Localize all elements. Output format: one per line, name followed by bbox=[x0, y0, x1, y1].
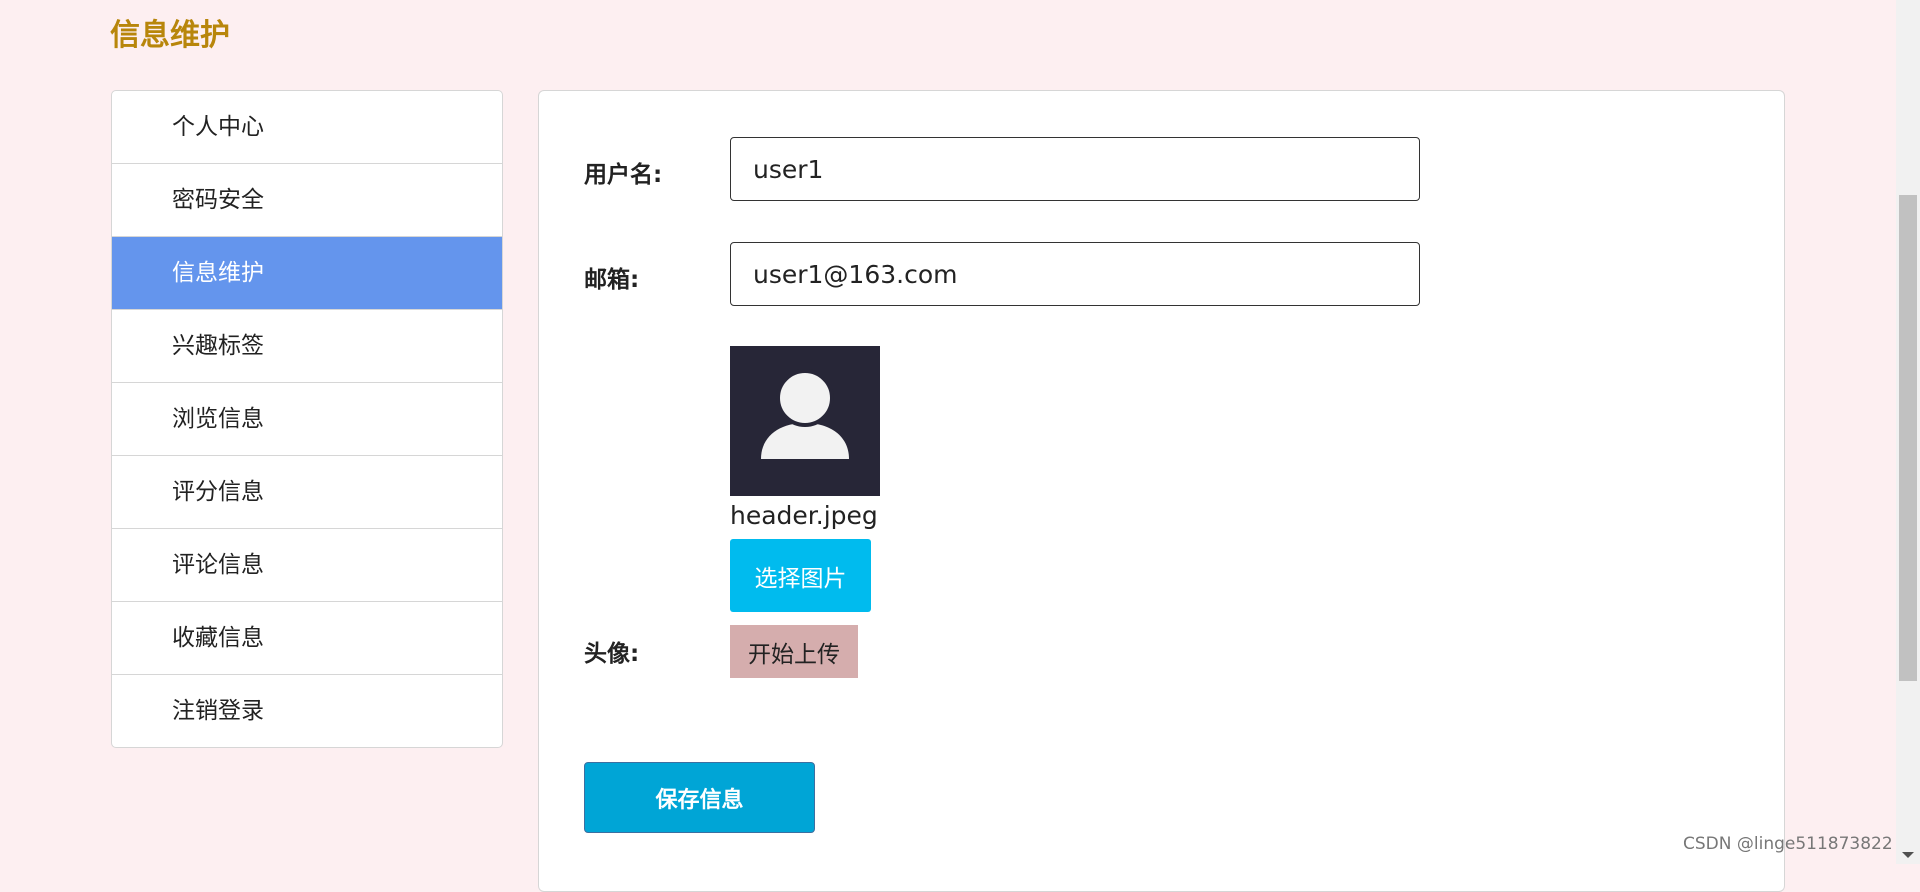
email-label: 邮箱: bbox=[584, 267, 640, 293]
start-upload-button[interactable]: 开始上传 bbox=[730, 625, 858, 678]
sidebar-item-personal-center[interactable]: 个人中心 bbox=[112, 91, 502, 164]
page-title: 信息维护 bbox=[110, 18, 230, 53]
sidebar-menu: 个人中心 密码安全 信息维护 兴趣标签 浏览信息 评分信息 评论信息 收藏信息 … bbox=[111, 90, 503, 748]
avatar-preview bbox=[730, 346, 880, 496]
sidebar-item-info-maintenance[interactable]: 信息维护 bbox=[112, 237, 502, 310]
sidebar-item-rating-info[interactable]: 评分信息 bbox=[112, 456, 502, 529]
sidebar-item-favorite-info[interactable]: 收藏信息 bbox=[112, 602, 502, 675]
scrollbar-thumb[interactable] bbox=[1899, 195, 1917, 681]
sidebar-item-password-security[interactable]: 密码安全 bbox=[112, 164, 502, 237]
scroll-down-arrow-icon[interactable] bbox=[1902, 852, 1914, 858]
choose-image-button[interactable]: 选择图片 bbox=[730, 539, 871, 612]
email-input[interactable] bbox=[730, 242, 1420, 306]
page-scrollbar[interactable] bbox=[1896, 0, 1920, 864]
save-info-button[interactable]: 保存信息 bbox=[584, 762, 815, 833]
avatar-file-name: header.jpeg bbox=[730, 501, 878, 530]
user-avatar-icon bbox=[761, 369, 849, 459]
sidebar-item-logout[interactable]: 注销登录 bbox=[112, 675, 502, 747]
watermark: CSDN @linge511873822 bbox=[1683, 834, 1893, 854]
sidebar-item-browse-info[interactable]: 浏览信息 bbox=[112, 383, 502, 456]
sidebar-item-interest-tags[interactable]: 兴趣标签 bbox=[112, 310, 502, 383]
username-label: 用户名: bbox=[584, 162, 663, 188]
avatar-label: 头像: bbox=[584, 641, 640, 667]
sidebar-item-comment-info[interactable]: 评论信息 bbox=[112, 529, 502, 602]
info-form-panel: 用户名: 邮箱: header.jpeg 选择图片 头像: 开始上传 保存信息 bbox=[538, 90, 1785, 892]
username-input[interactable] bbox=[730, 137, 1420, 201]
